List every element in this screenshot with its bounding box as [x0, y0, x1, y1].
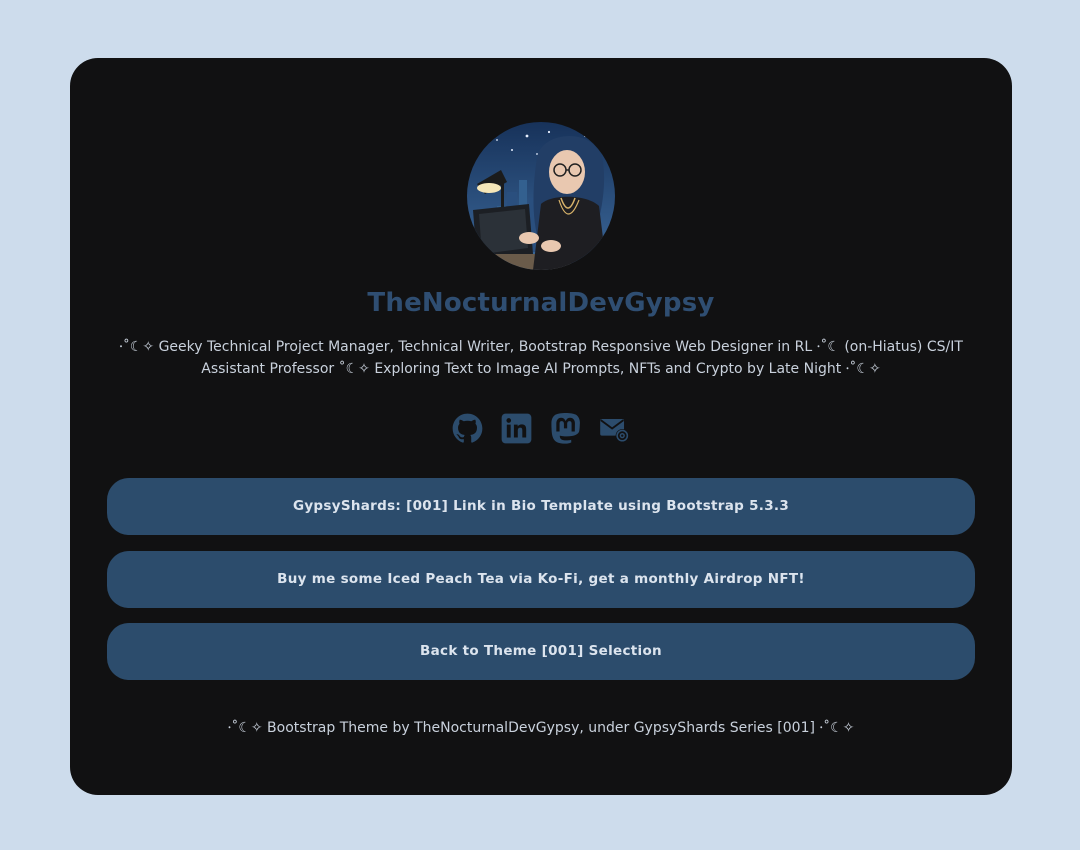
social-links	[70, 412, 1012, 445]
email-icon[interactable]	[599, 412, 630, 445]
link-button-kofi[interactable]: Buy me some Iced Peach Tea via Ko-Fi, ge…	[107, 550, 975, 608]
link-list: GypsyShards: [001] Link in Bio Template …	[107, 478, 975, 696]
link-button-back[interactable]: Back to Theme [001] Selection	[107, 623, 975, 680]
profile-bio: ⸱˚☾✧ Geeky Technical Project Manager, Te…	[119, 339, 963, 377]
profile-name: TheNocturnalDevGypsy	[367, 288, 715, 318]
mastodon-icon[interactable]	[550, 412, 581, 445]
github-icon[interactable]	[452, 412, 483, 445]
linkedin-icon[interactable]	[501, 412, 532, 445]
footer-text: ⸱˚☾✧ Bootstrap Theme by TheNocturnalDevG…	[227, 720, 855, 736]
link-button-template[interactable]: GypsyShards: [001] Link in Bio Template …	[107, 478, 975, 535]
profile-avatar	[467, 122, 615, 270]
profile-card: TheNocturnalDevGypsy ⸱˚☾✧ Geeky Technica…	[70, 58, 1012, 795]
